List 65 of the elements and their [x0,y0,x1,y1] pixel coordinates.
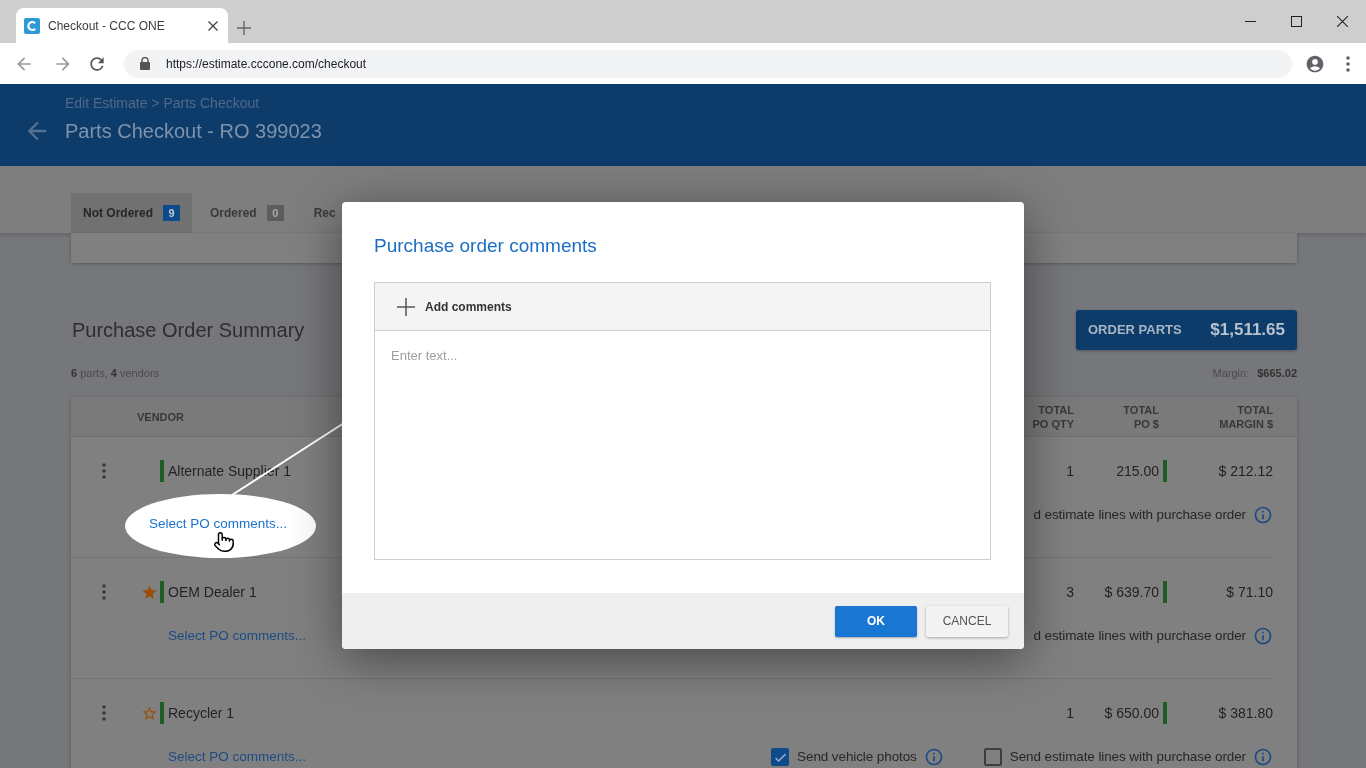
menu-icon[interactable] [1346,55,1350,72]
status-marker-icon [1163,702,1167,724]
browser-tab[interactable]: Checkout - CCC ONE [16,8,228,43]
menu-icon[interactable] [102,705,106,721]
dialog-title: Purchase order comments [374,234,597,258]
column-header: TOTAL MARGIN $ [1218,402,1273,431]
po-qty: 1 [1065,461,1074,481]
section-title: Purchase Order Summary [71,318,305,343]
checkbox[interactable] [983,748,1002,766]
tab[interactable]: Rec [301,193,348,233]
po-total: 215.00 [1116,461,1159,481]
close-icon[interactable] [208,20,218,31]
info-icon[interactable] [1253,747,1273,767]
page-title: Parts Checkout - RO 399023 [65,119,322,144]
column-header: TOTAL PO $ [1122,402,1159,431]
po-qty: 1 [1065,703,1074,723]
vendor-name: OEM Dealer 1 [168,582,257,602]
profile-icon[interactable] [1305,53,1325,74]
status-marker-icon [160,702,164,724]
cancel-button[interactable]: CANCEL [926,605,1008,637]
status-marker-icon [1163,581,1167,603]
menu-icon[interactable] [102,584,106,600]
po-qty: 3 [1065,582,1074,602]
margin-total: $ 71.10 [1225,582,1273,602]
tab-title: Checkout - CCC ONE [48,17,165,35]
status-marker-icon [1163,460,1167,482]
tab[interactable]: Not Ordered 9 [71,193,192,233]
menu-icon[interactable] [102,463,106,479]
info-icon[interactable] [923,747,944,767]
margin-value: $665.02 [1257,365,1297,381]
comment-input[interactable]: Enter text... [374,331,991,560]
minimize-icon[interactable] [1244,20,1256,22]
hand-cursor-icon [213,531,235,553]
maximize-icon[interactable] [1290,15,1302,27]
plus-icon [397,297,415,316]
status-marker-icon [160,460,164,482]
option-label: Send vehicle photos [797,747,917,766]
tab[interactable]: Ordered 0 [198,193,296,233]
status-marker-icon [160,581,164,603]
count-badge: 0 [266,205,284,221]
po-comments-link[interactable]: Select PO comments... [149,514,288,535]
vendor-name: Recycler 1 [168,703,235,723]
info-icon[interactable] [1253,626,1273,646]
margin-total: $ 381.80 [1217,703,1273,723]
star-outline-icon[interactable] [141,704,158,722]
option-label: Send estimate lines with purchase order [1009,747,1246,766]
po-total: $ 639.70 [1104,582,1159,602]
checkbox[interactable] [771,748,790,766]
count-badge: 9 [163,205,180,221]
address-field[interactable]: https://estimate.cccone.com/checkout [124,49,1292,78]
option-label: d estimate lines with purchase order [1033,626,1246,645]
ok-button[interactable]: OK [835,605,917,637]
column-header: TOTAL PO QTY [1031,402,1074,431]
po-total: $ 650.00 [1104,703,1159,723]
close-icon[interactable] [1336,15,1348,27]
new-tab-icon[interactable] [237,21,251,35]
info-icon[interactable] [1253,505,1273,525]
order-parts-button[interactable]: ORDER PARTS $1,511.65 [1076,310,1297,350]
star-icon[interactable] [141,583,158,601]
column-header: VENDOR [137,409,185,424]
margin-total: $ 212.12 [1217,461,1273,481]
app-logo-icon [24,17,40,34]
option-label: d estimate lines with purchase order [1033,505,1246,524]
add-comments-button[interactable]: Add comments [397,297,512,316]
lock-icon [140,57,150,70]
